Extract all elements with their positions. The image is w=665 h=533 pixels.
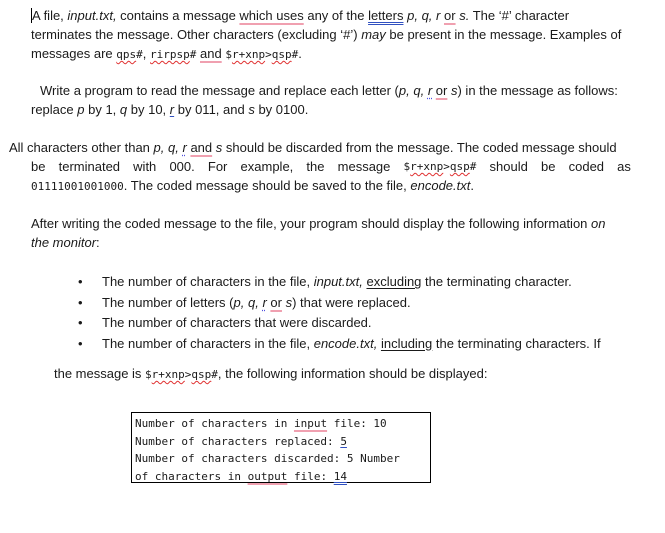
bullet-icon: • xyxy=(78,335,83,351)
paragraph-3-line-1: All characters other than p, q, r and s … xyxy=(9,140,617,155)
filename-input: input.txt, xyxy=(67,8,117,23)
spelling-flag[interactable]: qps xyxy=(116,48,136,61)
grammar-flag[interactable]: and xyxy=(200,46,222,61)
output-line: Number of characters replaced: 5 xyxy=(135,434,347,448)
paragraph-5: the message is $r+xnp>qsp#, the followin… xyxy=(54,366,488,381)
grammar-flag[interactable]: r xyxy=(428,83,432,98)
spelling-flag[interactable]: qsp xyxy=(191,368,211,381)
paragraph-4-line-2: the monitor: xyxy=(31,235,100,250)
example-message: $r+xnp>qsp# xyxy=(145,368,218,381)
paragraph-3-line-2: be terminated with 000. For example, the… xyxy=(31,159,631,174)
output-line: of characters in output file: 14 xyxy=(135,469,347,483)
paragraph-1-line-2: terminates the message. Other characters… xyxy=(31,27,622,42)
output-line: Number of characters discarded: 5 Number xyxy=(135,452,400,465)
paragraph-1-line-1: A file, input.txt, contains a message wh… xyxy=(31,8,570,23)
paragraph-2-line-1: Write a program to read the message and … xyxy=(40,83,618,98)
spelling-flag[interactable]: qsp xyxy=(450,160,470,173)
example-message: $r+xnp>qsp# xyxy=(403,160,477,173)
spelling-flag[interactable]: r+xnp xyxy=(410,160,443,173)
grammar-flag[interactable]: which uses xyxy=(239,8,303,23)
filename-encode: encode.txt xyxy=(410,178,471,193)
bullet-icon: • xyxy=(78,274,83,289)
spelling-flag[interactable]: r+xnp xyxy=(232,48,265,61)
grammar-flag[interactable]: or xyxy=(436,83,448,98)
grammar-flag[interactable]: output xyxy=(248,470,288,483)
grammar-flag[interactable]: 14 xyxy=(334,470,347,483)
sample-output-box: Number of characters in input file: 10 N… xyxy=(131,412,431,483)
paragraph-3-line-3: 01111001001000. The coded message should… xyxy=(31,178,475,193)
grammar-flag[interactable]: r xyxy=(182,140,186,155)
output-line: Number of characters in input file: 10 xyxy=(135,417,387,430)
grammar-flag[interactable]: 5 xyxy=(340,435,347,448)
grammar-flag[interactable]: letters xyxy=(368,8,403,23)
paragraph-4-line-1: After writing the coded message to the f… xyxy=(31,216,606,231)
grammar-flag[interactable]: input xyxy=(294,417,327,430)
paragraph-1-line-3: messages are qps#, rirpsp# and $r+xnp>qs… xyxy=(31,46,302,61)
grammar-flag[interactable]: r xyxy=(262,295,266,310)
grammar-flag[interactable]: or xyxy=(444,8,456,23)
paragraph-2-line-2: replace p by 1, q by 10, r by 011, and s… xyxy=(31,102,309,117)
spelling-flag[interactable]: rirpsp xyxy=(150,48,190,61)
grammar-flag[interactable]: and xyxy=(190,140,212,155)
grammar-flag[interactable]: or xyxy=(270,295,282,310)
spelling-flag[interactable]: qsp xyxy=(272,48,292,61)
bullet-icon: • xyxy=(78,315,83,330)
bullet-icon: • xyxy=(78,294,83,310)
spelling-flag[interactable]: r+xnp xyxy=(152,368,185,381)
coded-message: 01111001001000 xyxy=(31,180,124,193)
